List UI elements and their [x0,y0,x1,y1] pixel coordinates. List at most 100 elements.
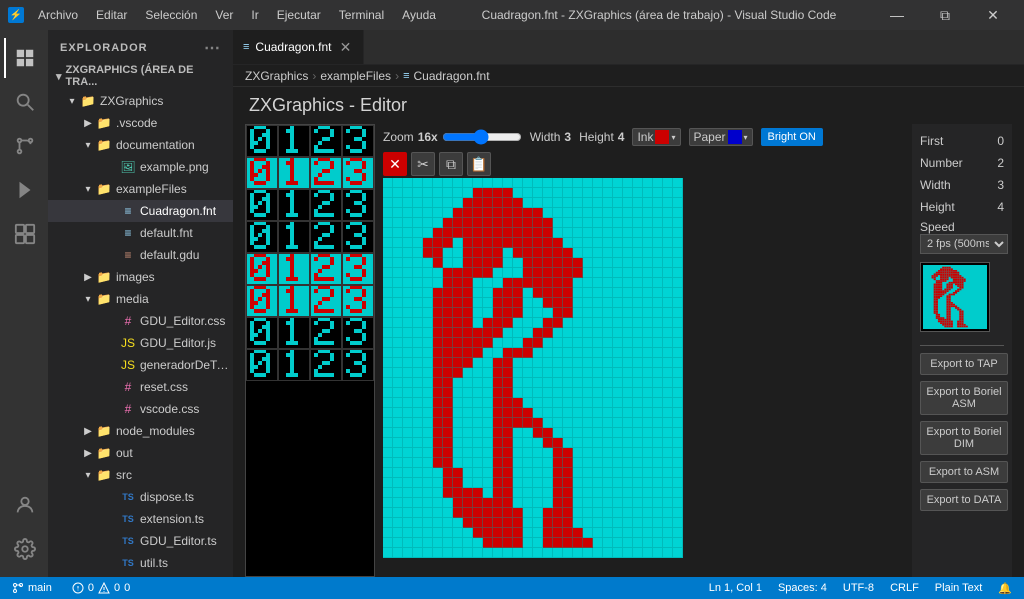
pixel-cell[interactable] [453,438,463,448]
pixel-cell[interactable] [553,348,563,358]
pixel-cell[interactable] [503,308,513,318]
pixel-cell[interactable] [463,228,473,238]
pixel-cell[interactable] [593,338,603,348]
pixel-cell[interactable] [533,548,543,558]
pixel-cell[interactable] [443,268,453,278]
pixel-cell[interactable] [393,208,403,218]
activity-search[interactable] [4,82,44,122]
pixel-cell[interactable] [413,348,423,358]
pixel-cell[interactable] [443,218,453,228]
pixel-cell[interactable] [393,468,403,478]
pixel-cell[interactable] [633,178,643,188]
pixel-cell[interactable] [643,268,653,278]
pixel-cell[interactable] [643,188,653,198]
pixel-cell[interactable] [483,188,493,198]
pixel-cell[interactable] [583,308,593,318]
pixel-cell[interactable] [543,348,553,358]
pixel-cell[interactable] [413,428,423,438]
pixel-cell[interactable] [643,328,653,338]
pixel-cell[interactable] [393,388,403,398]
pixel-cell[interactable] [603,358,613,368]
pixel-cell[interactable] [393,278,403,288]
pixel-cell[interactable] [543,178,553,188]
pixel-cell[interactable] [623,178,633,188]
pixel-cell[interactable] [653,348,663,358]
breadcrumb-part-1[interactable]: exampleFiles [320,69,391,83]
pixel-cell[interactable] [423,308,433,318]
pixel-cell[interactable] [473,218,483,228]
pixel-cell[interactable] [453,538,463,548]
pixel-cell[interactable] [603,308,613,318]
pixel-cell[interactable] [603,268,613,278]
pixel-cell[interactable] [583,358,593,368]
menu-ejecutar[interactable]: Ejecutar [269,6,329,24]
pixel-cell[interactable] [483,518,493,528]
pixel-cell[interactable] [523,518,533,528]
pixel-cell[interactable] [453,388,463,398]
pixel-cell[interactable] [523,498,533,508]
pixel-cell[interactable] [563,198,573,208]
pixel-cell[interactable] [413,508,423,518]
pixel-cell[interactable] [653,308,663,318]
pixel-cell[interactable] [483,438,493,448]
pixel-cell[interactable] [583,288,593,298]
pixel-cell[interactable] [473,498,483,508]
pixel-cell[interactable] [653,278,663,288]
pixel-cell[interactable] [673,478,683,488]
pixel-cell[interactable] [513,298,523,308]
pixel-cell[interactable] [443,488,453,498]
pixel-cell[interactable] [493,338,503,348]
pixel-cell[interactable] [533,358,543,368]
pixel-cell[interactable] [513,318,523,328]
tree-item-zxgraphics[interactable]: ▾ 📁 ZXGraphics [48,90,233,112]
pixel-cell[interactable] [513,528,523,538]
pixel-cell[interactable] [493,468,503,478]
pixel-cell[interactable] [453,358,463,368]
pixel-cell[interactable] [423,268,433,278]
pixel-cell[interactable] [583,268,593,278]
pixel-cell[interactable] [633,548,643,558]
pixel-cell[interactable] [613,328,623,338]
pixel-cell[interactable] [663,368,673,378]
pixel-cell[interactable] [663,218,673,228]
pixel-cell[interactable] [463,238,473,248]
pixel-cell[interactable] [653,368,663,378]
pixel-cell[interactable] [593,488,603,498]
pixel-cell[interactable] [433,238,443,248]
pixel-cell[interactable] [503,268,513,278]
pixel-cell[interactable] [413,368,423,378]
pixel-cell[interactable] [523,388,533,398]
sprite-tile[interactable] [342,253,374,285]
pixel-cell[interactable] [523,218,533,228]
pixel-cell[interactable] [413,388,423,398]
pixel-cell[interactable] [433,328,443,338]
pixel-cell[interactable] [473,468,483,478]
pixel-cell[interactable] [383,328,393,338]
tree-item-reset-css[interactable]: ▶ # reset.css [48,376,233,398]
pixel-cell[interactable] [673,398,683,408]
pixel-cell[interactable] [483,318,493,328]
pixel-cell[interactable] [573,248,583,258]
pixel-cell[interactable] [563,338,573,348]
pixel-cell[interactable] [383,378,393,388]
pixel-cell[interactable] [413,268,423,278]
pixel-cell[interactable] [493,288,503,298]
pixel-cell[interactable] [553,378,563,388]
pixel-cell[interactable] [533,328,543,338]
pixel-cell[interactable] [533,418,543,428]
pixel-cell[interactable] [653,478,663,488]
pixel-cell[interactable] [573,208,583,218]
pixel-cell[interactable] [473,228,483,238]
pixel-cell[interactable] [613,338,623,348]
pixel-cell[interactable] [453,348,463,358]
pixel-cell[interactable] [553,298,563,308]
tree-item-nodemodules[interactable]: ▶ 📁 node_modules [48,420,233,442]
pixel-cell[interactable] [593,398,603,408]
pixel-cell[interactable] [603,188,613,198]
pixel-cell[interactable] [473,408,483,418]
sprite-tile[interactable] [310,317,342,349]
pixel-cell[interactable] [383,298,393,308]
pixel-cell[interactable] [583,378,593,388]
pixel-cell[interactable] [643,198,653,208]
pixel-cell[interactable] [463,178,473,188]
